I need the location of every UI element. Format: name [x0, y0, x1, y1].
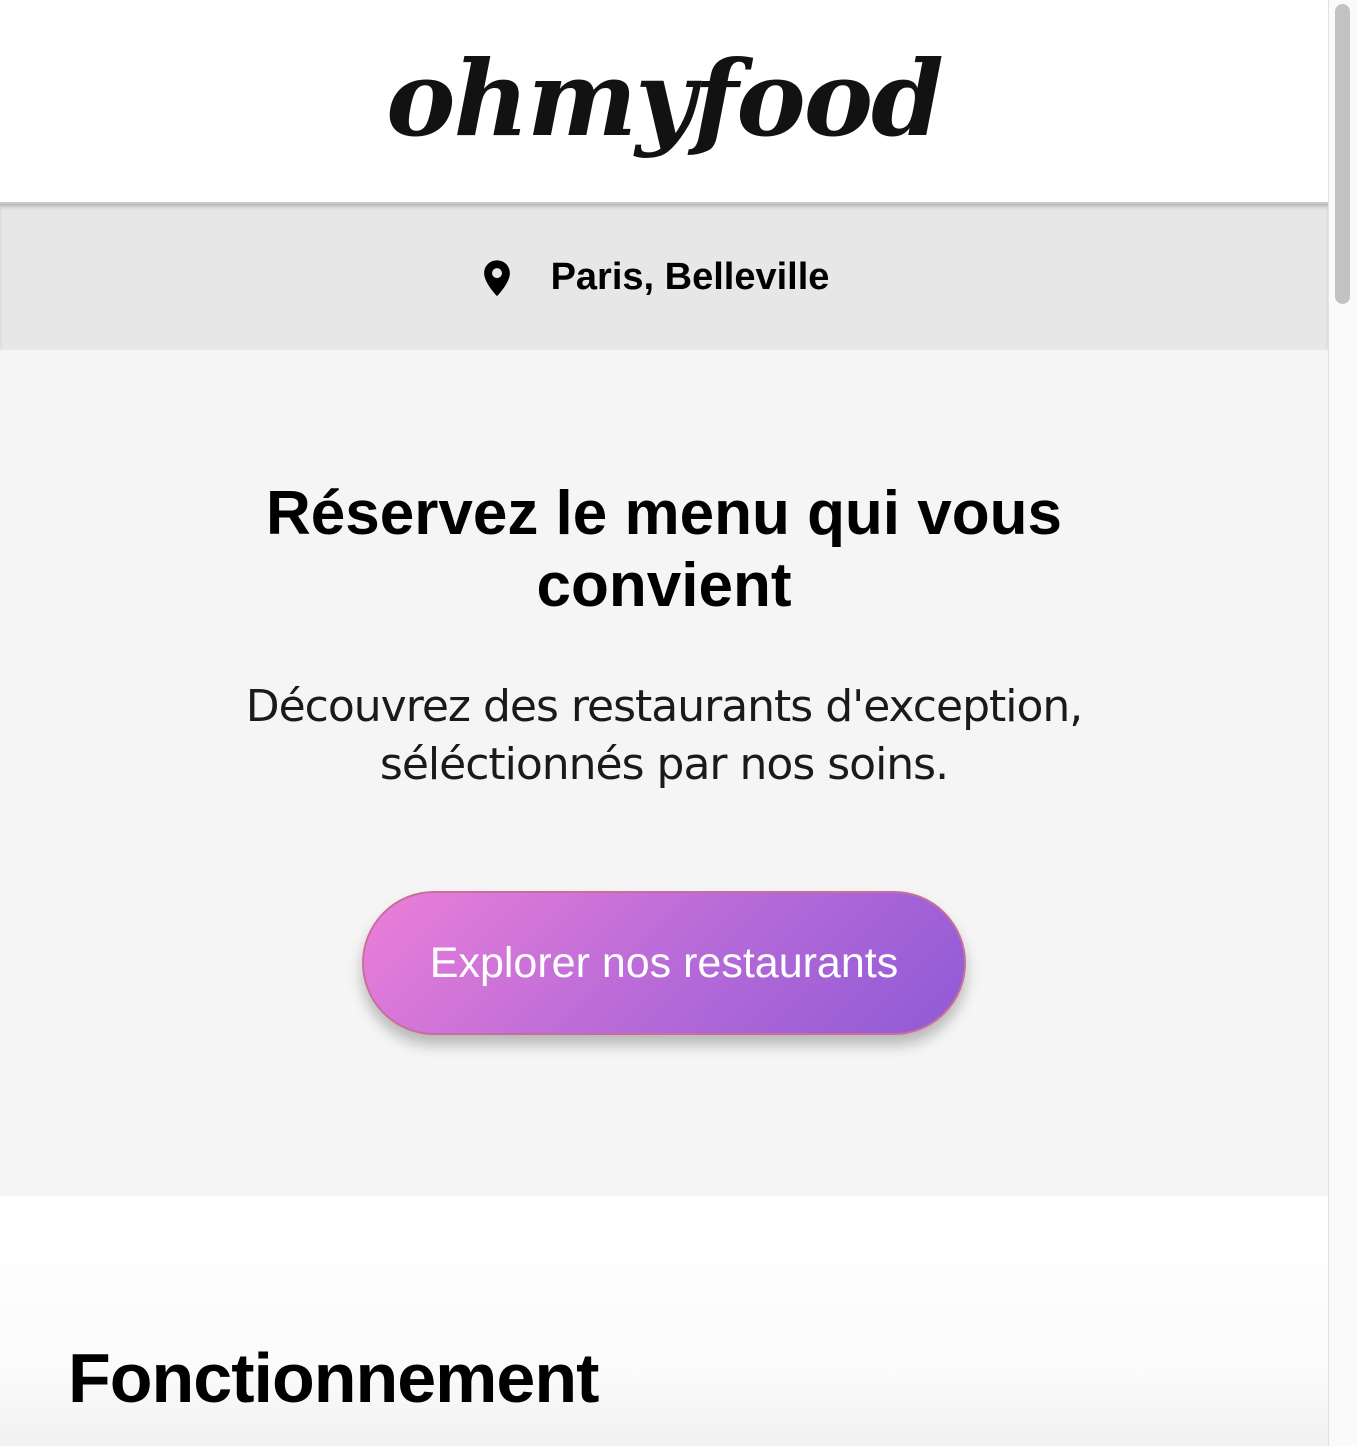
- location-label: Paris, Belleville: [550, 255, 830, 298]
- page-content: ohmyfood Paris, Belleville Réservez le m…: [0, 0, 1328, 1446]
- section-title-fonctionnement: Fonctionnement: [68, 1339, 599, 1417]
- hero-subtitle-line2: séléctionnés par nos soins.: [379, 739, 949, 790]
- hero-section: Réservez le menu qui vous convient Décou…: [0, 350, 1328, 1196]
- hero-subtitle-line1: Découvrez des restaurants d'exception,: [245, 681, 1084, 732]
- hero-title-line1: Réservez le menu qui vous: [266, 479, 1062, 548]
- ohmyfood-logo[interactable]: ohmyfood: [386, 37, 944, 160]
- scrollbar-thumb[interactable]: [1335, 4, 1350, 304]
- hero-title-line2: convient: [536, 551, 792, 620]
- site-header: ohmyfood: [0, 0, 1328, 202]
- hero-title: Réservez le menu qui vous convient: [0, 478, 1328, 622]
- explore-restaurants-button[interactable]: Explorer nos restaurants: [362, 891, 966, 1035]
- browser-viewport: ohmyfood Paris, Belleville Réservez le m…: [0, 0, 1357, 1446]
- map-pin-icon: [479, 259, 515, 299]
- hero-subtitle: Découvrez des restaurants d'exception, s…: [0, 678, 1328, 794]
- how-it-works-section: Fonctionnement: [0, 1196, 1328, 1446]
- location-bar: Paris, Belleville: [0, 202, 1328, 350]
- vertical-scrollbar[interactable]: [1328, 0, 1357, 1446]
